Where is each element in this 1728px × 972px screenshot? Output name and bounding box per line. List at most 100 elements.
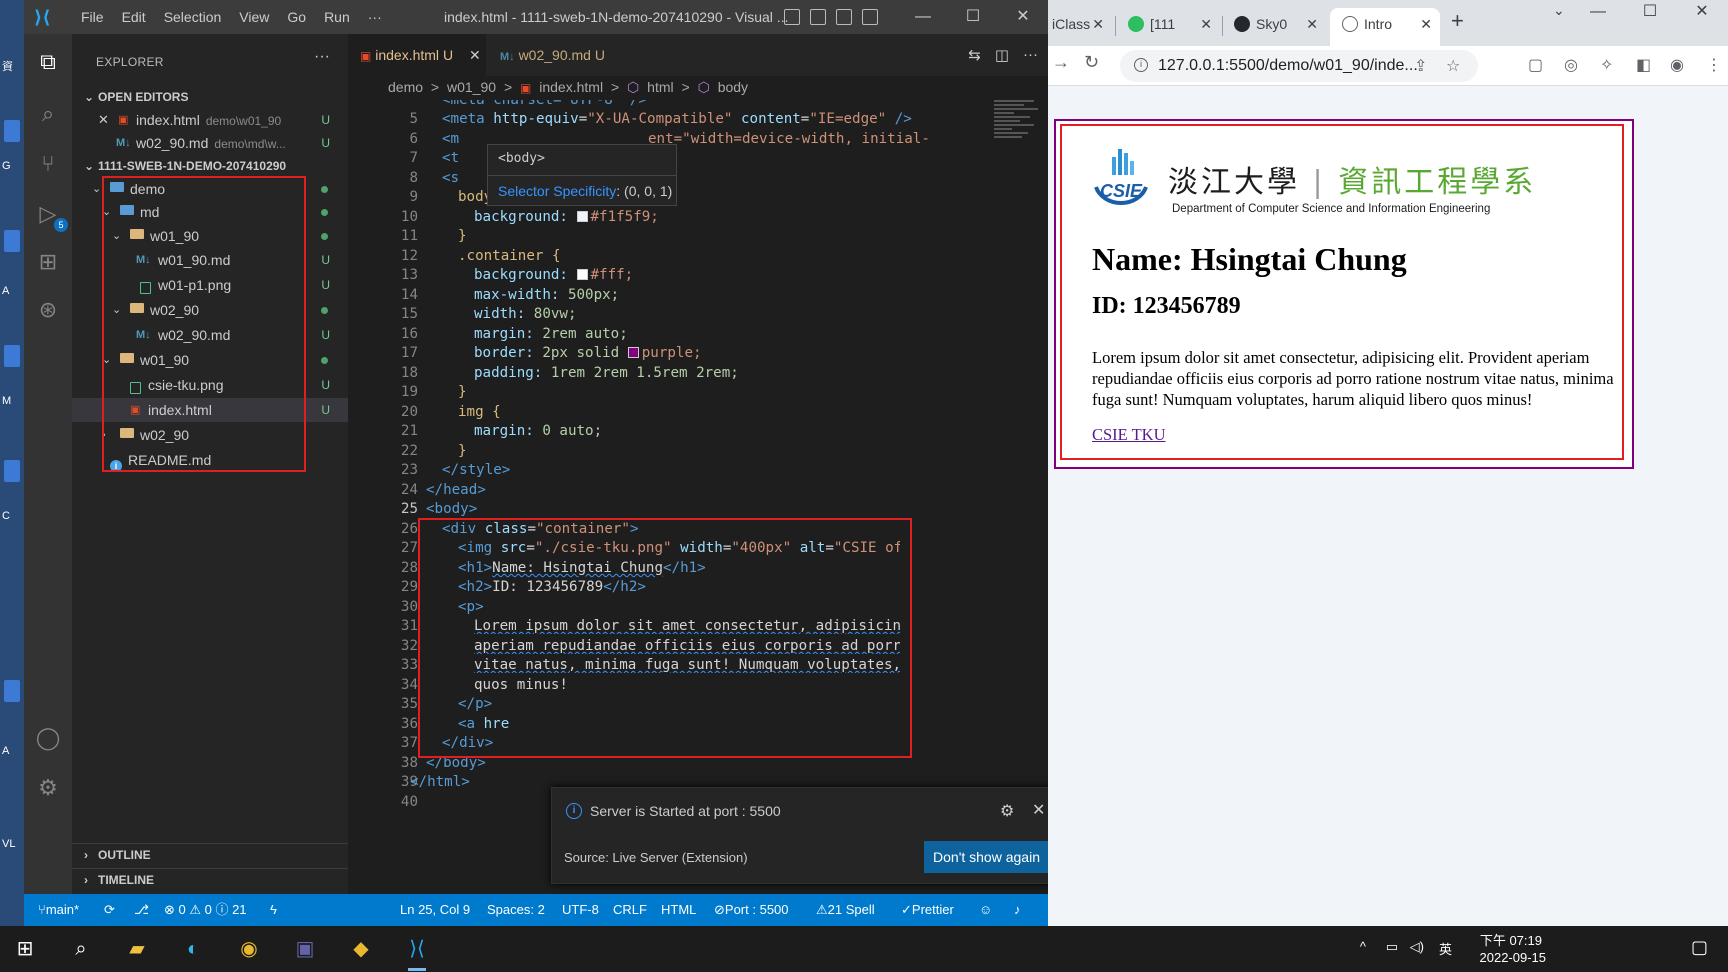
close-editor-icon[interactable]: ✕ [98,108,109,132]
accounts-icon[interactable]: ◯ [34,724,62,752]
site-info-icon[interactable]: i [1134,58,1148,72]
close-tab-icon[interactable]: ✕ [1420,8,1432,40]
maximize-icon[interactable]: ☐ [1624,0,1676,24]
minimize-icon[interactable]: — [898,0,948,34]
clock-time[interactable]: 下午 07:19 [1480,930,1542,949]
minimize-icon[interactable]: — [1572,0,1624,24]
extensions-puzzle-icon[interactable]: ✧ [1600,55,1613,75]
toggle-panel-icon[interactable] [810,9,826,25]
desktop-shortcut-icon[interactable] [4,460,20,482]
tree-item-demo[interactable]: ⌄ demo [72,177,348,201]
close-icon[interactable]: ✕ [1032,800,1045,820]
vscode-taskbar-icon[interactable]: ⟩⟨ [402,934,432,971]
browser-menu-icon[interactable]: ⋮ [1706,55,1722,75]
browser-tab[interactable]: iClass ✕ [1048,8,1112,46]
menu-selection[interactable]: Selection [155,9,231,25]
outline-section[interactable]: › OUTLINE [72,843,348,865]
live-server-port[interactable]: ⊘ Port : 5500 [714,894,789,926]
new-tab-plus-icon[interactable]: + [1451,8,1464,34]
teams-icon[interactable]: ▣ [290,934,320,964]
sync-icon[interactable]: ⟳ [104,894,115,926]
breadcrumb-item[interactable]: index.html [539,79,603,95]
windows-start-icon[interactable]: ⊞ [10,934,40,964]
git-graph-icon[interactable]: ⎇ [134,894,149,926]
more-actions-icon[interactable]: ··· [1023,46,1038,64]
address-bar[interactable]: i 127.0.0.1:5500/demo/w01_90/inde... ⇪ ☆ [1120,50,1478,82]
minimap[interactable] [994,98,1048,178]
share-icon[interactable]: ⇪ [1414,56,1427,76]
tab-search-chevron-icon[interactable]: ⌄ [1553,2,1565,19]
dont-show-again-button[interactable]: Don't show again [924,841,1048,873]
clock-date[interactable]: 2022-09-15 [1480,950,1547,965]
tree-item-w02_90[interactable]: › w02_90 [72,423,348,447]
git-client-icon[interactable]: ◆ [346,934,376,964]
line-endings[interactable]: CRLF [613,894,647,926]
tree-item-md[interactable]: ⌄ md [72,200,348,224]
cursor-position[interactable]: Ln 25, Col 9 [400,894,470,926]
volume-icon[interactable]: ◁) [1410,939,1424,955]
toggle-secondary-sidebar-icon[interactable] [836,9,852,25]
prettier[interactable]: ✓ Prettier [901,894,954,926]
code-editor[interactable]: 5 6 7 8 9 10 11 12 13 14 15 16 17 18 19 20 21 22 23 24 25 26 2… [348,98,1038,896]
chrome-browser-icon[interactable]: ◉ [234,934,264,964]
menu-view[interactable]: View [230,9,278,25]
lightning-icon[interactable]: ϟ [270,894,277,926]
desktop-shortcut-icon[interactable] [4,230,20,252]
run-debug-icon[interactable]: ▷ [34,200,62,228]
workspace-section[interactable]: ⌄ 1111-SWEB-1N-DEMO-207410290 [72,155,348,177]
problems-indicator[interactable]: ⊗ 0 ⚠ 0 ⓘ 21 [164,894,247,926]
maximize-icon[interactable]: ☐ [948,0,998,34]
open-changes-icon[interactable]: ⇆ [968,46,981,64]
source-control-icon[interactable]: ⑂ [34,150,62,178]
search-icon[interactable]: ⌕ [34,100,62,128]
git-graph-icon[interactable]: ⊛ [34,296,62,324]
open-editor-item[interactable]: M↓ w02_90.md demo\md\w... U [72,131,348,155]
tree-item-w02_90-md[interactable]: M↓ w02_90.md U [72,323,348,347]
bookmark-star-icon[interactable]: ☆ [1446,56,1460,76]
tree-item-csie-tku-png[interactable]: csie-tku.png U [72,373,348,397]
close-tab-icon[interactable]: ✕ [1092,8,1104,40]
split-editor-icon[interactable]: ◫ [995,46,1009,64]
spell-check[interactable]: ⚠ 21 Spell [816,894,875,926]
tree-item-w01-p1-png[interactable]: w01-p1.png U [72,273,348,297]
menu-run[interactable]: Run [315,9,359,25]
selector-specificity-link[interactable]: Selector Specificity [498,183,616,199]
tree-item-readme[interactable]: i README.md [72,448,348,472]
tree-item-w01_90[interactable]: ⌄ w01_90 [72,224,348,248]
tree-item-w01_90[interactable]: ⌄ w01_90 [72,348,348,372]
tree-item-index-html[interactable]: ▣ index.html U [72,398,348,422]
feedback-icon[interactable]: ☺ [979,894,992,926]
customize-layout-icon[interactable] [862,9,878,25]
tree-item-w01_90-md[interactable]: M↓ w01_90.md U [72,248,348,272]
branch-indicator[interactable]: ⑂ main* [38,894,79,926]
indentation[interactable]: Spaces: 2 [487,894,545,926]
csie-tku-link[interactable]: CSIE TKU [1092,425,1166,445]
browser-tab[interactable]: Sky0 ✕ [1224,8,1326,46]
close-tab-icon[interactable]: ✕ [1306,8,1318,40]
language-mode[interactable]: HTML [661,894,696,926]
browser-tab[interactable]: [111 ✕ [1118,8,1220,46]
breadcrumb-item[interactable]: demo [388,79,423,95]
input-method-indicator[interactable]: 英 [1439,939,1452,958]
tree-item-w02_90[interactable]: ⌄ w02_90 [72,298,348,322]
gear-icon[interactable]: ⚙ [1000,801,1014,821]
open-editor-item[interactable]: ✕ ▣ index.html demo\w01_90 U [72,108,348,132]
close-icon[interactable]: ✕ [998,0,1048,34]
desktop-shortcut-icon[interactable] [4,680,20,702]
close-tab-icon[interactable]: ✕ [469,47,481,63]
profile-avatar-icon[interactable]: ◉ [1670,55,1684,75]
desktop-shortcut-icon[interactable] [4,345,20,367]
tab-w02_90-md[interactable]: M↓ w02_90.md U [488,34,628,76]
close-tab-icon[interactable]: ✕ [1200,8,1212,40]
tab-index-html[interactable]: ▣ index.html U ✕ [348,34,486,76]
menu-edit[interactable]: Edit [113,9,155,25]
desktop-shortcut-icon[interactable] [4,120,20,142]
menu-go[interactable]: Go [278,9,315,25]
menu-file[interactable]: File [72,9,113,25]
extension-icon[interactable]: ◎ [1564,55,1578,75]
edge-browser-icon[interactable]: ◐ [178,934,208,964]
timeline-section[interactable]: › TIMELINE [72,868,348,890]
show-hidden-icons-chevron-icon[interactable]: ^ [1360,939,1366,954]
file-explorer-icon[interactable]: ▰ [122,934,152,964]
open-editors-section[interactable]: ⌄ OPEN EDITORS [72,86,348,108]
